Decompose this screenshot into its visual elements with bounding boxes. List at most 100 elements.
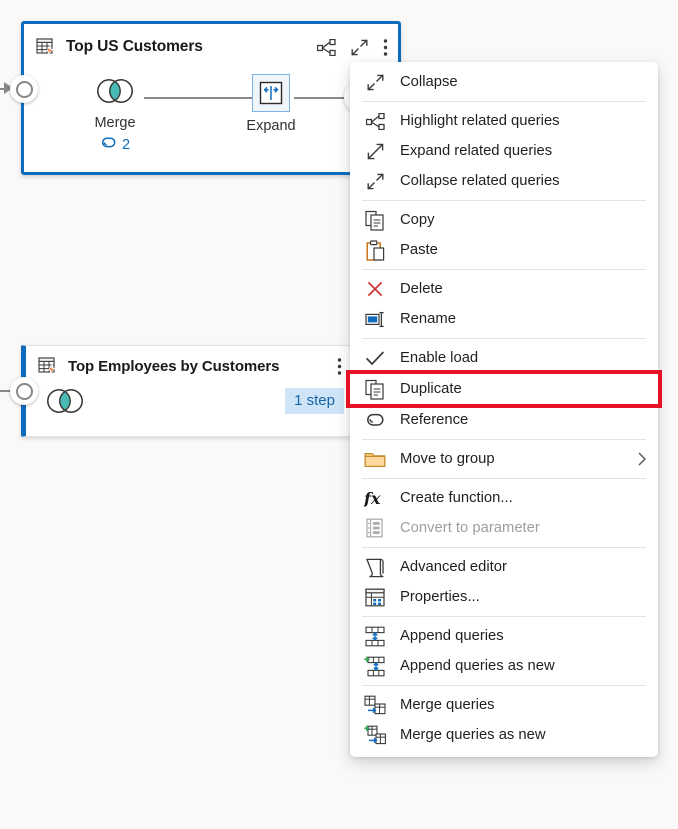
menu-item-append-queries[interactable]: Append queries (350, 621, 658, 651)
menu-item-label: Advanced editor (400, 559, 507, 575)
query-card-top-us-customers[interactable]: Top US Customers (21, 21, 401, 175)
menu-item-label: Collapse (400, 74, 458, 90)
menu-item-advanced-editor[interactable]: Advanced editor (350, 552, 658, 582)
collapse-icon[interactable] (350, 38, 369, 57)
step-label: Expand (228, 118, 314, 134)
menu-item-label: Append queries (400, 628, 504, 644)
properties-icon (350, 588, 400, 607)
query-card-header: Top Employees by Customers (26, 346, 352, 386)
menu-item-append-queries-as-new[interactable]: Append queries as new (350, 651, 658, 681)
query-card-top-employees-by-customers[interactable]: Top Employees by Customers (21, 345, 353, 437)
expand-related-queries-icon (350, 142, 400, 161)
chevron-right-icon (636, 451, 648, 467)
menu-item-label: Duplicate (400, 381, 462, 397)
merge-queries-as-new-icon (350, 725, 400, 745)
status-badge: 1 step (285, 388, 344, 414)
append-queries-icon (350, 626, 400, 647)
collapse-icon (350, 73, 400, 92)
menu-separator (362, 200, 646, 201)
menu-item-merge-queries-as-new[interactable]: Merge queries as new (350, 720, 658, 750)
reference-link-icon (350, 412, 400, 428)
merge-icon (44, 401, 86, 418)
menu-item-delete[interactable]: Delete (350, 274, 658, 304)
fx-icon: fx (350, 489, 400, 508)
advanced-editor-icon (350, 557, 400, 578)
menu-separator (362, 439, 646, 440)
menu-item-label: Delete (400, 281, 443, 297)
query-input-node-top[interactable] (10, 75, 38, 103)
delete-x-icon (350, 280, 400, 298)
menu-item-label: Create function... (400, 490, 513, 506)
menu-item-rename[interactable]: Rename (350, 304, 658, 334)
collapse-related-queries-icon (350, 172, 400, 191)
menu-item-move-to-group[interactable]: Move to group (350, 444, 658, 474)
query-card-title: Top US Customers (66, 38, 203, 56)
menu-item-label: Paste (400, 242, 438, 258)
menu-item-collapse[interactable]: Collapse (350, 67, 658, 97)
menu-item-label: Enable load (400, 350, 478, 366)
step-reference-count[interactable]: 2 (72, 136, 158, 153)
parameter-icon (350, 518, 400, 538)
query-card-header-actions (317, 38, 388, 57)
menu-item-label: Highlight related queries (400, 113, 560, 129)
menu-item-label: Copy (400, 212, 435, 228)
expand-columns-icon[interactable] (252, 74, 290, 112)
menu-item-properties[interactable]: Properties... (350, 582, 658, 612)
menu-item-enable-load[interactable]: Enable load (350, 343, 658, 373)
menu-separator (362, 685, 646, 686)
duplicate-icon (350, 379, 400, 400)
menu-item-merge-queries[interactable]: Merge queries (350, 690, 658, 720)
menu-separator (362, 478, 646, 479)
highlight-related-queries-icon[interactable] (317, 39, 336, 56)
query-context-menu[interactable]: Collapse Highlight related queries Expand … (350, 62, 658, 757)
menu-item-label: Append queries as new (400, 658, 555, 674)
merge-icon (94, 91, 136, 108)
menu-item-copy[interactable]: Copy (350, 205, 658, 235)
step-expand[interactable]: Expand (228, 74, 314, 134)
menu-item-label: Expand related queries (400, 143, 552, 159)
query-card-body: 1 step (26, 386, 352, 434)
menu-separator (362, 616, 646, 617)
more-options-icon[interactable] (383, 38, 388, 57)
rename-icon (350, 311, 400, 328)
diagram-canvas: Top US Customers (0, 0, 678, 829)
table-query-icon (38, 356, 59, 376)
append-queries-as-new-icon (350, 656, 400, 677)
menu-separator (362, 338, 646, 339)
menu-item-reference[interactable]: Reference (350, 405, 658, 435)
menu-separator (362, 547, 646, 548)
menu-item-create-function[interactable]: fx Create function... (350, 483, 658, 513)
menu-item-label: Collapse related queries (400, 173, 560, 189)
svg-text:fx: fx (364, 489, 381, 508)
table-query-icon (36, 37, 57, 57)
menu-item-label: Merge queries as new (400, 727, 546, 743)
query-card-header: Top US Customers (24, 24, 398, 70)
menu-item-expand-related-queries[interactable]: Expand related queries (350, 136, 658, 166)
query-card-title: Top Employees by Customers (68, 358, 279, 375)
more-options-icon[interactable] (337, 357, 342, 376)
menu-separator (362, 269, 646, 270)
highlight-related-queries-icon (350, 113, 400, 130)
menu-item-label: Merge queries (400, 697, 495, 713)
menu-item-duplicate[interactable]: Duplicate (350, 374, 658, 404)
query-card-body: Merge 2 (24, 70, 398, 175)
merge-queries-icon (350, 695, 400, 715)
paste-icon (350, 240, 400, 261)
menu-separator (362, 101, 646, 102)
checkmark-icon (350, 350, 400, 366)
menu-item-label: Reference (400, 412, 468, 428)
query-input-node-bottom[interactable] (10, 377, 38, 405)
menu-item-paste[interactable]: Paste (350, 235, 658, 265)
menu-item-highlight-related-queries[interactable]: Highlight related queries (350, 106, 658, 136)
menu-item-collapse-related-queries[interactable]: Collapse related queries (350, 166, 658, 196)
folder-icon (350, 450, 400, 468)
menu-item-label: Rename (400, 311, 456, 327)
step-merge[interactable] (42, 388, 88, 419)
menu-item-label: Properties... (400, 589, 480, 605)
step-label: Merge (72, 115, 158, 131)
step-merge[interactable]: Merge 2 (72, 78, 158, 153)
reference-link-icon (100, 136, 117, 153)
step-reference-count-label: 2 (122, 137, 130, 153)
copy-icon (350, 210, 400, 231)
menu-item-convert-to-parameter: Convert to parameter (350, 513, 658, 543)
